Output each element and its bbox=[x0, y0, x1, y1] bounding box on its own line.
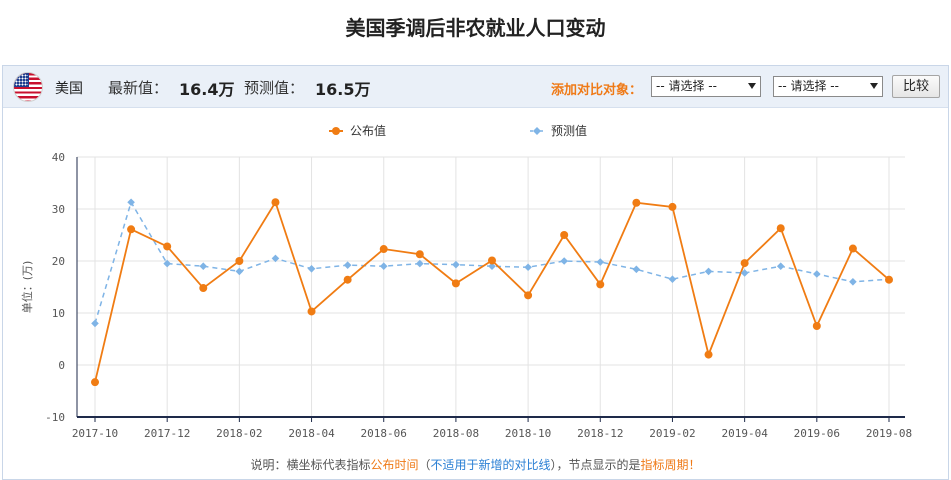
legend-forecast-marker bbox=[533, 127, 541, 135]
x-tick-label: 2018-04 bbox=[288, 427, 335, 440]
forecast-point bbox=[127, 198, 135, 207]
published-point bbox=[163, 242, 172, 251]
legend-forecast-label: 预测值 bbox=[551, 123, 587, 138]
published-point bbox=[704, 350, 713, 359]
y-tick-label: 10 bbox=[52, 307, 65, 320]
forecast-point bbox=[632, 265, 641, 274]
us-flag-icon bbox=[13, 72, 43, 102]
note-paren-open: （ bbox=[418, 458, 431, 472]
published-point bbox=[271, 198, 280, 207]
y-tick-label: -10 bbox=[45, 411, 65, 424]
y-tick-label: 0 bbox=[58, 359, 65, 372]
forecast-point bbox=[307, 265, 316, 273]
forecast-point bbox=[704, 267, 713, 276]
compare-select-1-value: -- 请选择 -- bbox=[656, 79, 717, 93]
x-tick-label: 2018-12 bbox=[577, 427, 623, 440]
legend-published-marker bbox=[332, 127, 340, 135]
y-tick-label: 20 bbox=[52, 255, 65, 268]
published-point bbox=[235, 257, 244, 265]
forecast-point bbox=[199, 262, 208, 270]
x-tick-label: 2018-02 bbox=[216, 427, 262, 440]
y-tick-label: 30 bbox=[52, 203, 65, 216]
forecast-point bbox=[596, 258, 605, 266]
published-point bbox=[127, 225, 136, 234]
forecast-value: 16.5万 bbox=[315, 80, 371, 99]
note-not-applicable: 不适用于新增的对比线 bbox=[430, 458, 551, 472]
forecast-point bbox=[343, 261, 352, 269]
forecast-point bbox=[452, 260, 460, 269]
note-period: 指标周期 bbox=[640, 458, 689, 472]
x-tick-label: 2018-06 bbox=[361, 427, 407, 440]
x-tick-label: 2019-04 bbox=[721, 427, 768, 440]
published-point bbox=[199, 284, 208, 293]
chart-panel: 美国 最新值： 16.4万 预测值： 16.5万 添加对比对象： -- 请选择 … bbox=[2, 65, 949, 480]
line-chart: -10 0 10 20 30 40 2017-10 2017-12 2018-02 2018-04… bbox=[20, 123, 912, 440]
published-point bbox=[415, 250, 424, 259]
x-tick-label: 2018-10 bbox=[505, 427, 551, 440]
published-point bbox=[596, 280, 605, 289]
published-point bbox=[560, 231, 569, 239]
published-point bbox=[488, 256, 496, 265]
forecast-point bbox=[813, 270, 821, 278]
note-suffix: ！ bbox=[688, 458, 701, 472]
x-tick-label: 2019-02 bbox=[649, 427, 695, 440]
forecast-value-label: 预测值： bbox=[244, 79, 305, 97]
latest-value: 16.4万 bbox=[179, 80, 235, 99]
published-point bbox=[885, 275, 893, 284]
forecast-point bbox=[524, 263, 532, 272]
published-point bbox=[812, 322, 821, 330]
chevron-down-icon bbox=[870, 83, 878, 89]
page-title: 美国季调后非农就业人口变动 bbox=[345, 16, 606, 40]
forecast-point bbox=[849, 278, 857, 286]
legend-published-label: 公布值 bbox=[350, 123, 386, 138]
published-point bbox=[848, 244, 857, 253]
x-tick-label: 2019-08 bbox=[866, 427, 912, 440]
forecast-point bbox=[91, 319, 99, 328]
published-point bbox=[740, 259, 749, 268]
y-tick-label: 40 bbox=[52, 151, 65, 164]
published-point bbox=[776, 224, 785, 233]
compare-button[interactable]: 比较 bbox=[892, 75, 940, 98]
published-series-line bbox=[94, 200, 890, 383]
note-prefix: 说明：横坐标代表指标 bbox=[250, 458, 371, 472]
note-middle: ，节点显示的是 bbox=[556, 458, 641, 472]
y-axis-label: 单位：(万) bbox=[20, 261, 34, 314]
note-publish-time: 公布时间 bbox=[370, 458, 419, 472]
forecast-point bbox=[379, 262, 388, 270]
published-point bbox=[307, 307, 316, 316]
compare-label: 添加对比对象： bbox=[551, 83, 643, 98]
compare-select-2[interactable]: -- 请选择 -- bbox=[773, 76, 883, 97]
published-point bbox=[524, 291, 533, 300]
x-tick-label: 2018-08 bbox=[433, 427, 479, 440]
compare-select-1[interactable]: -- 请选择 -- bbox=[651, 76, 761, 97]
published-point bbox=[632, 198, 641, 207]
published-point bbox=[91, 378, 99, 387]
published-point bbox=[379, 245, 388, 254]
compare-select-2-value: -- 请选择 -- bbox=[778, 79, 839, 93]
forecast-point bbox=[235, 267, 244, 276]
forecast-point bbox=[560, 257, 568, 265]
x-tick-label: 2017-10 bbox=[72, 427, 118, 440]
forecast-point bbox=[776, 262, 785, 270]
country-name: 美国 bbox=[55, 81, 83, 97]
published-point bbox=[451, 279, 460, 288]
forecast-point bbox=[668, 275, 677, 283]
published-point bbox=[343, 275, 352, 284]
x-tick-label: 2019-06 bbox=[794, 427, 840, 440]
chart-note: 说明：横坐标代表指标公布时间（不适用于新增的对比线），节点显示的是指标周期！ bbox=[3, 456, 948, 473]
chevron-down-icon bbox=[748, 83, 756, 89]
toolbar: 美国 最新值： 16.4万 预测值： 16.5万 添加对比对象： -- 请选择 … bbox=[3, 66, 948, 108]
published-point bbox=[668, 202, 677, 211]
x-tick-label: 2017-12 bbox=[144, 427, 190, 440]
latest-value-label: 最新值： bbox=[108, 79, 169, 97]
